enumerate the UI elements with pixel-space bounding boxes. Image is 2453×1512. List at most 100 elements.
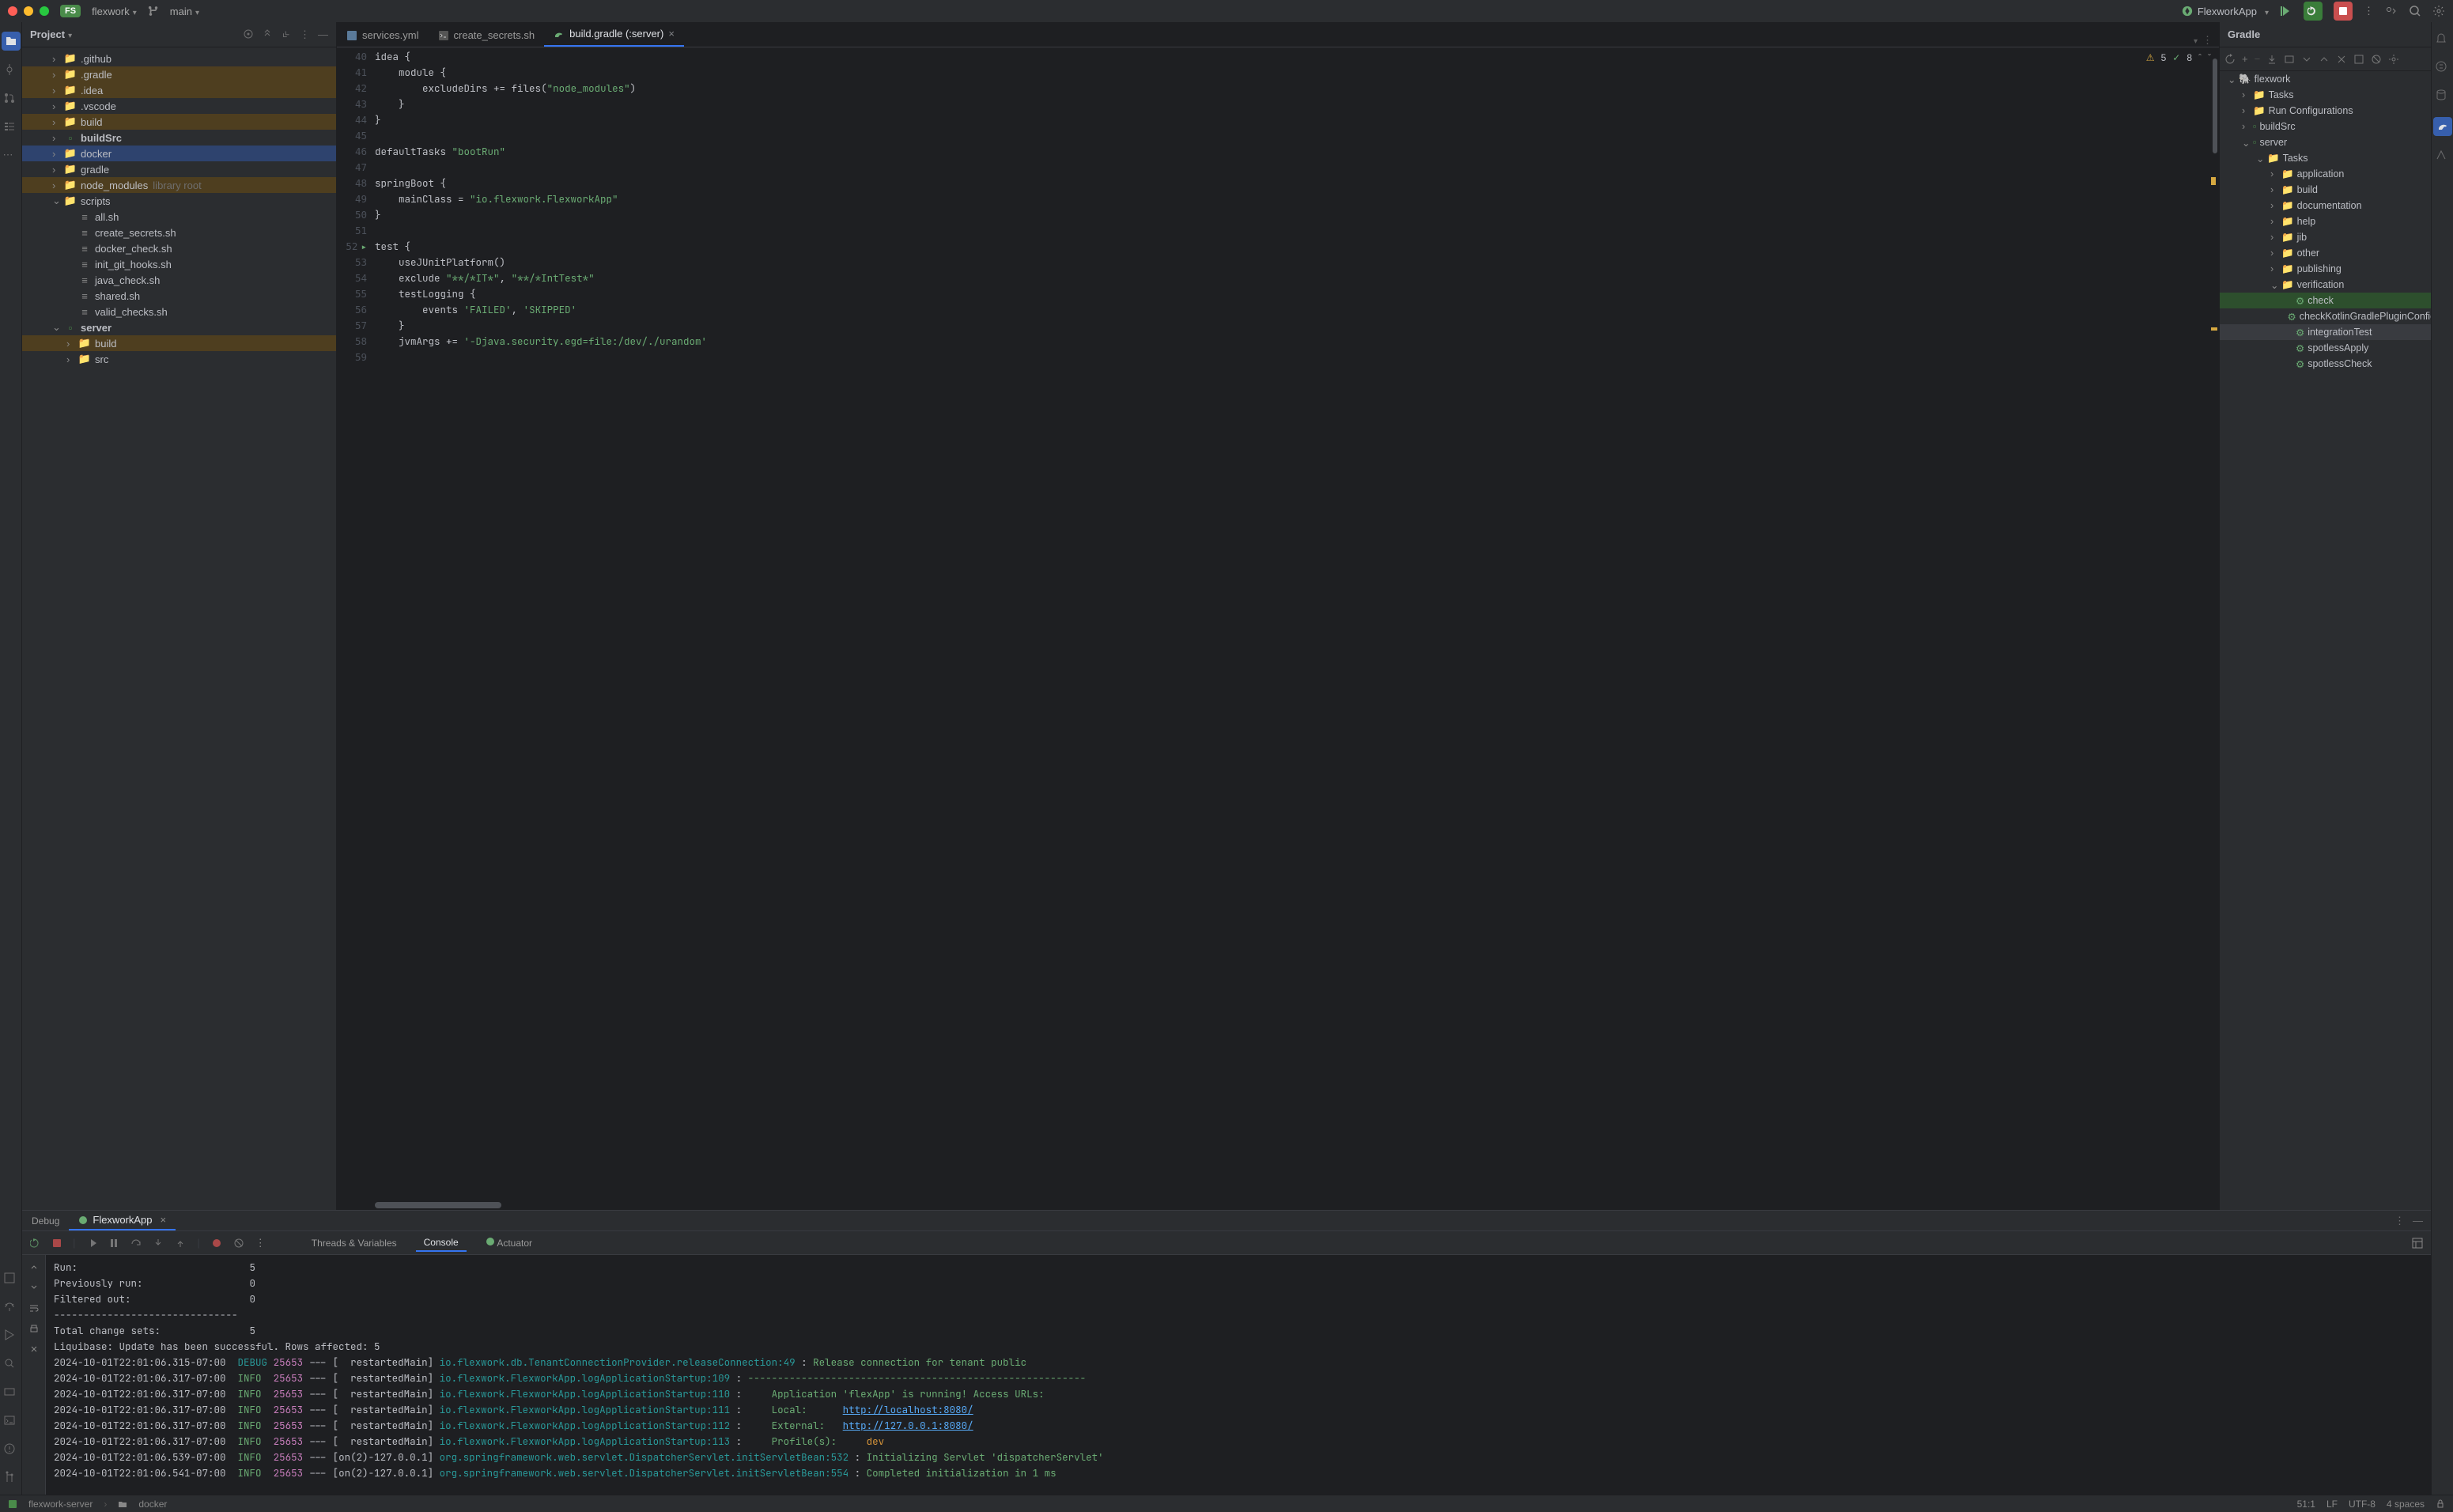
actuator-tab[interactable]: Actuator (478, 1234, 540, 1251)
tree-item-node-modules[interactable]: ›📁node_moduleslibrary root (22, 177, 336, 193)
gradle-item-publishing[interactable]: ›📁publishing (2220, 261, 2431, 277)
tree-item-build[interactable]: ›📁build (22, 335, 336, 351)
editor-tab-services-yml[interactable]: services.yml (337, 24, 429, 47)
gradle-item-documentation[interactable]: ›📁documentation (2220, 198, 2431, 214)
step-out-icon[interactable] (175, 1238, 186, 1249)
view-breakpoints-icon[interactable] (211, 1238, 222, 1249)
tree-item-valid-checks-sh[interactable]: ≡valid_checks.sh (22, 304, 336, 319)
panel-minimize-icon[interactable]: — (318, 28, 328, 41)
collapse-all-icon[interactable] (281, 28, 292, 41)
tree-item-build[interactable]: ›📁build (22, 114, 336, 130)
notifications-icon[interactable] (2435, 32, 2451, 47)
gradle-analyze-icon[interactable] (2353, 54, 2364, 65)
gradle-item-run-configurations[interactable]: ›📁Run Configurations (2220, 103, 2431, 119)
tree-item-shared-sh[interactable]: ≡shared.sh (22, 288, 336, 304)
problems-tool-icon[interactable] (3, 1442, 19, 1458)
project-tool-icon[interactable] (2, 32, 21, 51)
database-tool-icon[interactable] (2435, 89, 2451, 104)
soft-wrap-icon[interactable] (28, 1302, 40, 1314)
ai-assistant-icon[interactable] (2435, 60, 2451, 76)
find-tool-icon[interactable] (3, 1357, 19, 1373)
tree-item-scripts[interactable]: ⌄📁scripts (22, 193, 336, 209)
panel-more-icon[interactable]: ⋮ (300, 28, 310, 41)
window-zoom-button[interactable] (40, 6, 49, 16)
gradle-item-build[interactable]: ›📁build (2220, 182, 2431, 198)
git-branch-dropdown[interactable]: main (170, 6, 199, 17)
gradle-item-other[interactable]: ›📁other (2220, 245, 2431, 261)
pull-requests-icon[interactable] (3, 92, 19, 108)
gradle-item-checkkotlingradlepluginconfigurationerr[interactable]: ⚙checkKotlinGradlePluginConfigurationErr (2220, 308, 2431, 324)
more-tools-icon[interactable]: ⋯ (3, 149, 19, 164)
window-controls[interactable] (8, 6, 49, 16)
console-output[interactable]: Run: 5Previously run: 0Filtered out: 0--… (46, 1255, 2431, 1495)
window-close-button[interactable] (8, 6, 17, 16)
more-vert-icon[interactable]: ⋮ (2364, 5, 2374, 17)
breadcrumb-path[interactable]: docker (138, 1499, 167, 1510)
threads-tab[interactable]: Threads & Variables (304, 1235, 405, 1251)
line-col-indicator[interactable]: 51:1 (2297, 1499, 2315, 1510)
tree-item--github[interactable]: ›📁.github (22, 51, 336, 66)
expand-all-icon[interactable] (262, 28, 273, 41)
gradle-item-integrationtest[interactable]: ⚙integrationTest (2220, 324, 2431, 340)
debug-tool-tab[interactable]: Debug (22, 1212, 69, 1230)
tree-item-buildsrc[interactable]: ›▫buildSrc (22, 130, 336, 146)
stop-button[interactable] (2334, 2, 2353, 21)
run-button[interactable] (2304, 2, 2323, 21)
gradle-settings-icon[interactable] (2388, 54, 2399, 65)
run-config-selector[interactable]: FlexworkApp (2182, 6, 2269, 17)
gradle-item-spotlessapply[interactable]: ⚙spotlessApply (2220, 340, 2431, 356)
prev-highlight-icon[interactable]: ˆ (2198, 52, 2202, 63)
gradle-download-icon[interactable] (2266, 54, 2277, 65)
maven-tool-icon[interactable] (2435, 149, 2451, 164)
project-view-dropdown[interactable] (65, 28, 72, 40)
gradle-refresh-icon[interactable] (2224, 54, 2236, 65)
select-opened-file-icon[interactable] (243, 28, 254, 41)
gradle-remove-icon[interactable]: − (2255, 53, 2261, 65)
debug-tool-icon[interactable] (3, 1300, 19, 1316)
editor-tab-build-gradle---server-[interactable]: build.gradle (:server)× (544, 22, 684, 47)
scroll-to-end-icon[interactable] (28, 1282, 40, 1293)
tree-item-server[interactable]: ⌄▫server (22, 319, 336, 335)
tree-item-docker[interactable]: ›📁docker (22, 146, 336, 161)
layout-settings-icon[interactable] (2412, 1238, 2423, 1249)
debug-panel-more-icon[interactable]: ⋮ (2394, 1215, 2405, 1227)
gradle-build-icon[interactable] (2336, 54, 2347, 65)
commit-tool-icon[interactable] (3, 63, 19, 79)
terminal-tool-icon[interactable] (3, 1414, 19, 1430)
editor-code-area[interactable]: idea { module { excludeDirs += files("no… (375, 47, 2219, 1210)
run-tool-icon[interactable] (3, 1329, 19, 1344)
run-config-tab[interactable]: FlexworkApp × (69, 1211, 176, 1230)
print-icon[interactable] (28, 1323, 40, 1334)
editor-inspection-status[interactable]: ⚠ 5 ✓ 8 ˆ ˇ (2146, 52, 2211, 63)
breadcrumb-root[interactable]: flexwork-server (28, 1499, 93, 1510)
build-tool-icon[interactable] (3, 1385, 19, 1401)
editor-scrollbar[interactable] (2209, 51, 2217, 1207)
console-tab[interactable]: Console (416, 1234, 467, 1252)
stop-debug-icon[interactable] (52, 1238, 62, 1248)
tab-list-dropdown[interactable] (2190, 34, 2198, 47)
tree-item--idea[interactable]: ›📁.idea (22, 82, 336, 98)
line-sep-indicator[interactable]: LF (2326, 1499, 2338, 1510)
gradle-item-jib[interactable]: ›📁jib (2220, 229, 2431, 245)
gradle-item-buildsrc[interactable]: ›▫buildSrc (2220, 119, 2431, 134)
readonly-lock-icon[interactable] (2436, 1499, 2445, 1510)
project-name-dropdown[interactable]: flexwork (92, 6, 137, 17)
git-tool-icon[interactable] (3, 1471, 19, 1487)
tree-item-java-check-sh[interactable]: ≡java_check.sh (22, 272, 336, 288)
step-into-icon[interactable] (153, 1238, 164, 1249)
gradle-add-icon[interactable]: + (2242, 53, 2248, 65)
bookmarks-tool-icon[interactable] (3, 1272, 19, 1287)
tree-item--gradle[interactable]: ›📁.gradle (22, 66, 336, 82)
gradle-item-verification[interactable]: ⌄📁verification (2220, 277, 2431, 293)
settings-gear-icon[interactable] (2432, 5, 2445, 17)
toolbar-more-icon[interactable]: ⋮ (255, 1237, 266, 1249)
tree-item-src[interactable]: ›📁src (22, 351, 336, 367)
gradle-tree[interactable]: ⌄🐘flexwork›📁Tasks›📁Run Configurations›▫b… (2220, 71, 2431, 1210)
gradle-item-tasks[interactable]: ⌄📁Tasks (2220, 150, 2431, 166)
encoding-indicator[interactable]: UTF-8 (2349, 1499, 2376, 1510)
close-tab-icon[interactable]: × (161, 1214, 167, 1226)
resume-icon[interactable] (86, 1238, 97, 1249)
pause-icon[interactable] (108, 1238, 119, 1249)
scroll-to-top-icon[interactable] (28, 1261, 40, 1272)
gradle-execute-icon[interactable] (2301, 54, 2312, 65)
